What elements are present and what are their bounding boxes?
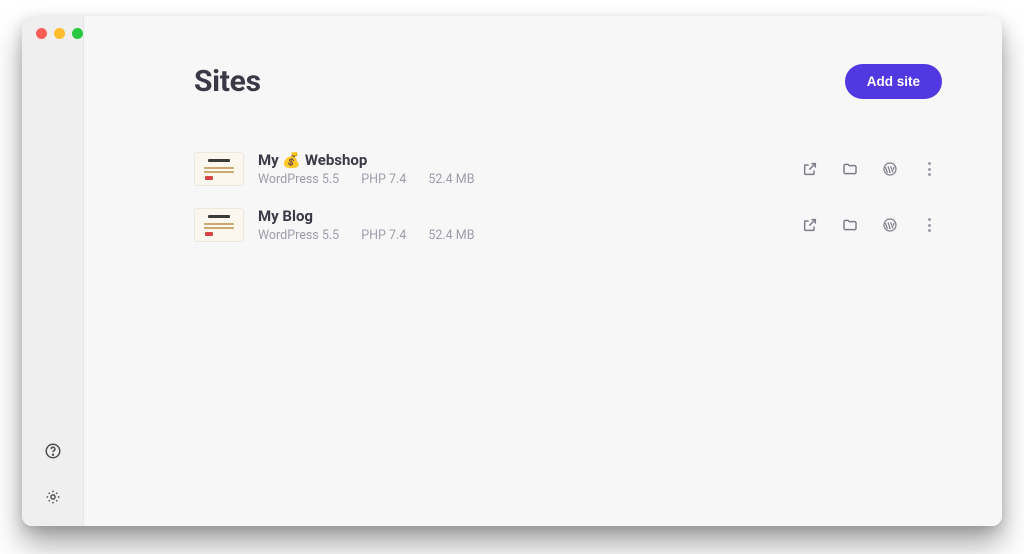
wordpress-icon[interactable] (882, 161, 898, 177)
site-row[interactable]: My Blog WordPress 5.5 PHP 7.4 52.4 MB (194, 197, 942, 253)
minimize-window-button[interactable] (54, 28, 65, 39)
add-site-button[interactable]: Add site (845, 64, 942, 99)
site-php-version: PHP 7.4 (361, 228, 406, 243)
site-thumbnail (194, 152, 244, 186)
site-thumbnail (194, 208, 244, 242)
site-actions (802, 215, 936, 235)
site-size: 52.4 MB (428, 228, 474, 243)
site-info: My Blog WordPress 5.5 PHP 7.4 52.4 MB (258, 207, 788, 243)
app-window: Sites Add site My 💰 Webshop WordPress 5.… (22, 16, 1002, 526)
open-external-icon[interactable] (802, 217, 818, 233)
folder-icon[interactable] (842, 161, 858, 177)
site-php-version: PHP 7.4 (361, 172, 406, 187)
site-wp-version: WordPress 5.5 (258, 172, 339, 187)
site-actions (802, 159, 936, 179)
site-size: 52.4 MB (428, 172, 474, 187)
sites-list: My 💰 Webshop WordPress 5.5 PHP 7.4 52.4 … (194, 141, 942, 253)
window-controls (36, 28, 83, 39)
gear-icon[interactable] (44, 488, 62, 506)
close-window-button[interactable] (36, 28, 47, 39)
site-info: My 💰 Webshop WordPress 5.5 PHP 7.4 52.4 … (258, 151, 788, 187)
more-menu-icon[interactable] (922, 159, 936, 179)
folder-icon[interactable] (842, 217, 858, 233)
open-external-icon[interactable] (802, 161, 818, 177)
main-content: Sites Add site My 💰 Webshop WordPress 5.… (84, 16, 1002, 526)
maximize-window-button[interactable] (72, 28, 83, 39)
sidebar (22, 16, 84, 526)
site-meta: WordPress 5.5 PHP 7.4 52.4 MB (258, 172, 788, 187)
wordpress-icon[interactable] (882, 217, 898, 233)
more-menu-icon[interactable] (922, 215, 936, 235)
help-icon[interactable] (44, 442, 62, 460)
page-title: Sites (194, 64, 261, 99)
site-name: My Blog (258, 207, 788, 225)
site-name: My 💰 Webshop (258, 151, 788, 169)
site-meta: WordPress 5.5 PHP 7.4 52.4 MB (258, 228, 788, 243)
site-row[interactable]: My 💰 Webshop WordPress 5.5 PHP 7.4 52.4 … (194, 141, 942, 197)
page-header: Sites Add site (194, 64, 942, 99)
site-wp-version: WordPress 5.5 (258, 228, 339, 243)
